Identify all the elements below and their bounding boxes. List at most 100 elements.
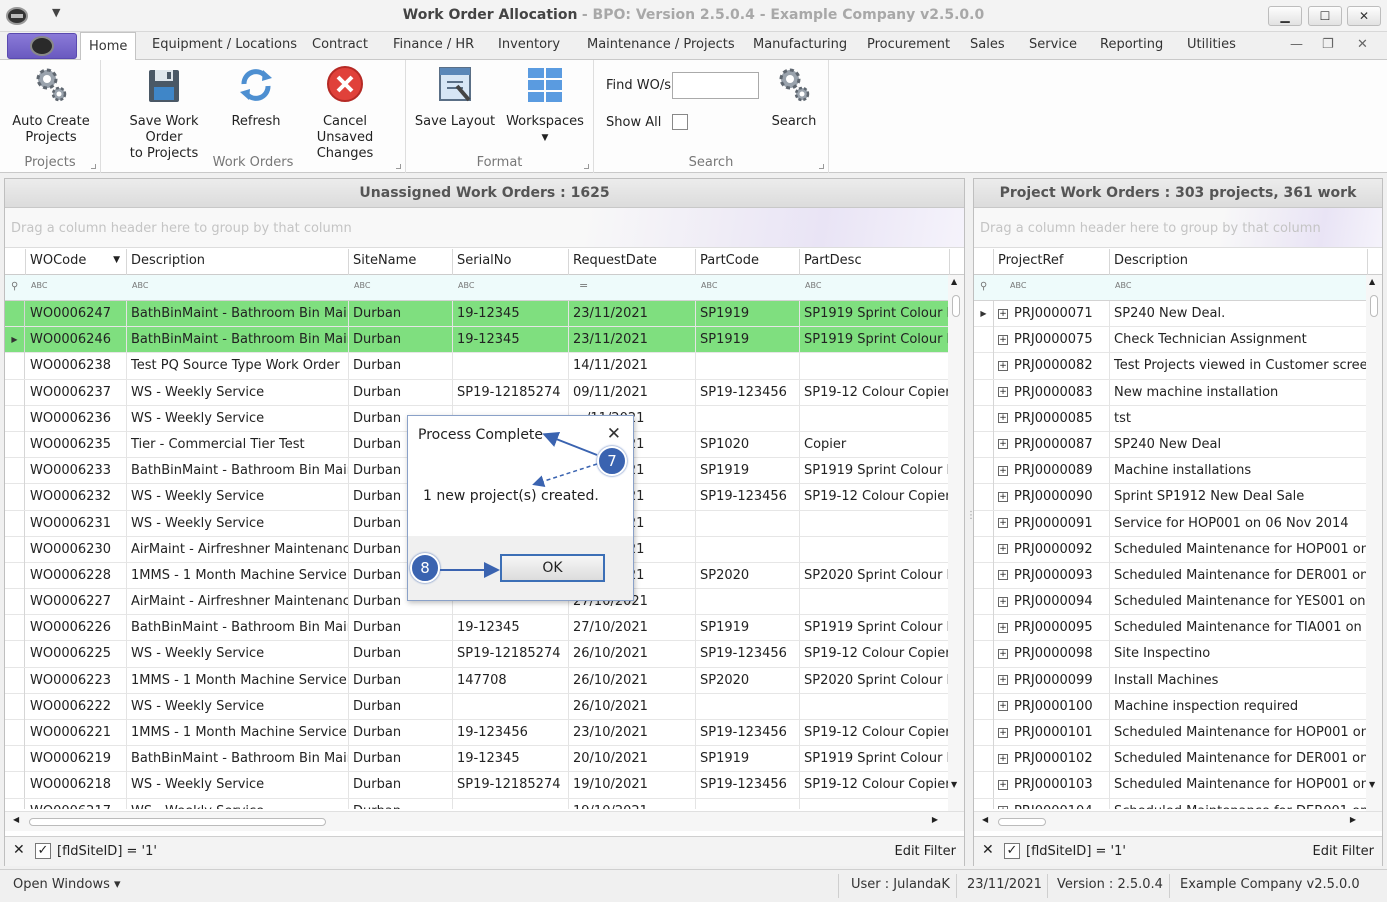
table-cell[interactable]: SP1020 [696,431,800,458]
table-cell[interactable]: Service for HOP001 on 06 Nov 2014 [1110,511,1366,537]
table-cell[interactable]: 1MMS - 1 Month Machine Service [127,667,349,694]
row-indicator[interactable] [974,667,994,694]
column-header-wocode[interactable]: WOCode ▼ [26,249,127,275]
table-cell[interactable]: SP19-12 Colour Copier [800,641,948,667]
close-window-button[interactable]: ✕ [1347,6,1381,26]
column-header-requestdate[interactable]: RequestDate [569,249,696,275]
table-row[interactable]: WO0006219 BathBinMaint - Bathroom Bin Mai… [5,746,948,773]
project-ref-cell[interactable]: + PRJ0000099 [994,667,1110,694]
table-cell[interactable]: SP240 New Deal [1110,432,1366,458]
project-ref-cell[interactable]: + PRJ0000083 [994,379,1110,406]
row-indicator[interactable] [5,510,25,537]
tab-procurement[interactable]: Procurement [867,37,950,52]
row-indicator[interactable] [974,431,994,458]
column-header-serialno[interactable]: SerialNo [453,249,569,275]
table-cell[interactable]: Durban [349,798,453,809]
tab-manufacturing[interactable]: Manufacturing [753,37,847,52]
table-cell[interactable]: WO0006236 [26,405,127,432]
table-cell[interactable] [696,510,800,537]
row-indicator[interactable] [974,772,994,799]
table-cell[interactable]: WO0006218 [26,772,127,799]
table-cell[interactable]: WS - Weekly Service [127,484,349,511]
project-ref-cell[interactable]: + PRJ0000101 [994,720,1110,746]
row-indicator[interactable] [974,484,994,511]
table-row[interactable]: + PRJ0000101 Scheduled Maintenance for HOP… [974,720,1366,747]
table-cell[interactable]: SP19-12185274 [453,641,569,668]
table-cell[interactable]: WO0006221 [26,720,127,746]
row-indicator[interactable] [974,510,994,537]
table-cell[interactable]: SP1919 [696,458,800,485]
table-cell[interactable]: 23/11/2021 [569,301,696,327]
table-cell[interactable]: WO0006222 [26,693,127,720]
table-cell[interactable]: BathBinMaint - Bathroom Bin Main... [127,615,349,642]
column-header-description[interactable]: Description [1110,249,1368,275]
table-cell[interactable]: Test Projects viewed in Customer screen [1110,353,1366,379]
table-row[interactable]: + PRJ0000103 Scheduled Maintenance for HOP… [974,772,1366,799]
table-cell[interactable]: SP2020 Sprint Colour M [800,563,948,589]
expand-plus-icon[interactable]: + [998,413,1008,424]
table-row[interactable]: WO0006237 WS - Weekly Service Durban SP19-1… [5,379,948,406]
row-indicator[interactable]: ▶ [974,301,994,327]
table-cell[interactable]: Scheduled Maintenance for HOP001 on 1 [1110,720,1366,746]
scroll-thumb[interactable] [1370,295,1378,317]
column-header-sitename[interactable]: SiteName [349,249,453,275]
table-row[interactable]: + PRJ0000100 Machine inspection required [974,693,1366,720]
save-layout-button[interactable]: Save Layout [414,64,496,130]
table-row[interactable]: WO0006221 1MMS - 1 Month Machine Service D… [5,720,948,747]
tab-contract[interactable]: Contract [312,37,368,52]
table-cell[interactable]: WS - Weekly Service [127,405,349,432]
splitter-grip-icon[interactable]: ⋮ [966,510,976,521]
table-cell[interactable]: SP19-123456 [696,720,800,746]
table-cell[interactable]: AirMaint - Airfreshner Maintenance [127,536,349,563]
filter-icon[interactable]: ABC [132,281,148,290]
expand-plus-icon[interactable]: + [998,596,1008,607]
table-cell[interactable]: WO0006228 [26,562,127,589]
table-cell[interactable]: 19-12345 [453,746,569,773]
row-indicator[interactable] [974,693,994,720]
row-indicator[interactable] [5,641,25,668]
filter-icon[interactable]: ABC [354,281,370,290]
table-cell[interactable]: 27/10/2021 [569,615,696,642]
mdi-restore-button[interactable]: ❐ [1322,37,1334,52]
table-cell[interactable]: SP19-123456 [696,772,800,799]
table-cell[interactable]: SP240 New Deal. [1110,301,1366,327]
group-launcher-icon[interactable] [91,164,96,169]
table-cell[interactable]: 147708 [453,667,569,694]
edit-filter-button[interactable]: Edit Filter [1312,844,1374,859]
ok-button[interactable]: OK [500,554,605,582]
table-cell[interactable]: WO0006223 [26,667,127,694]
table-cell[interactable]: Scheduled Maintenance for HOP001 on 1 [1110,772,1366,798]
filter-icon[interactable]: ABC [805,281,821,290]
expand-plus-icon[interactable]: + [998,675,1008,686]
table-cell[interactable]: WO0006232 [26,484,127,511]
table-cell[interactable]: Scheduled Maintenance for TIA001 on 06 [1110,615,1366,641]
table-cell[interactable]: Copier [800,432,948,458]
table-cell[interactable]: BathBinMaint - Bathroom Bin Main... [127,746,349,773]
table-cell[interactable]: SP19-123456 [696,641,800,668]
table-cell[interactable]: Site Inspectino [1110,641,1366,667]
table-cell[interactable]: SP1919 Sprint Colour M [800,746,948,772]
row-indicator[interactable] [5,536,25,563]
expand-plus-icon[interactable]: + [998,387,1008,398]
table-cell[interactable]: WO0006246 [26,327,127,354]
row-indicator[interactable] [974,589,994,616]
table-cell[interactable]: SP19-12 Colour Copier [800,720,948,746]
table-row[interactable]: + PRJ0000089 Machine installations [974,458,1366,485]
project-ref-cell[interactable]: + PRJ0000095 [994,615,1110,642]
expand-plus-icon[interactable]: + [998,570,1008,581]
close-icon[interactable]: ✕ [607,424,621,444]
table-cell[interactable]: 19-12345 [453,615,569,642]
table-cell[interactable]: WS - Weekly Service [127,772,349,799]
table-cell[interactable] [800,406,948,432]
table-cell[interactable] [453,798,569,809]
table-row[interactable]: WO0006218 WS - Weekly Service Durban SP19-1… [5,772,948,799]
table-row[interactable]: + PRJ0000098 Site Inspectino [974,641,1366,668]
row-indicator[interactable] [5,458,25,485]
clear-filter-icon[interactable]: ✕ [982,842,994,858]
table-cell[interactable]: SP1919 Sprint Colour M [800,301,948,327]
table-cell[interactable]: 26/10/2021 [569,693,696,720]
project-ref-cell[interactable]: + PRJ0000103 [994,772,1110,799]
table-cell[interactable]: 14/11/2021 [569,353,696,380]
table-row[interactable]: + PRJ0000085 tst [974,405,1366,432]
project-ref-cell[interactable]: + PRJ0000089 [994,458,1110,485]
